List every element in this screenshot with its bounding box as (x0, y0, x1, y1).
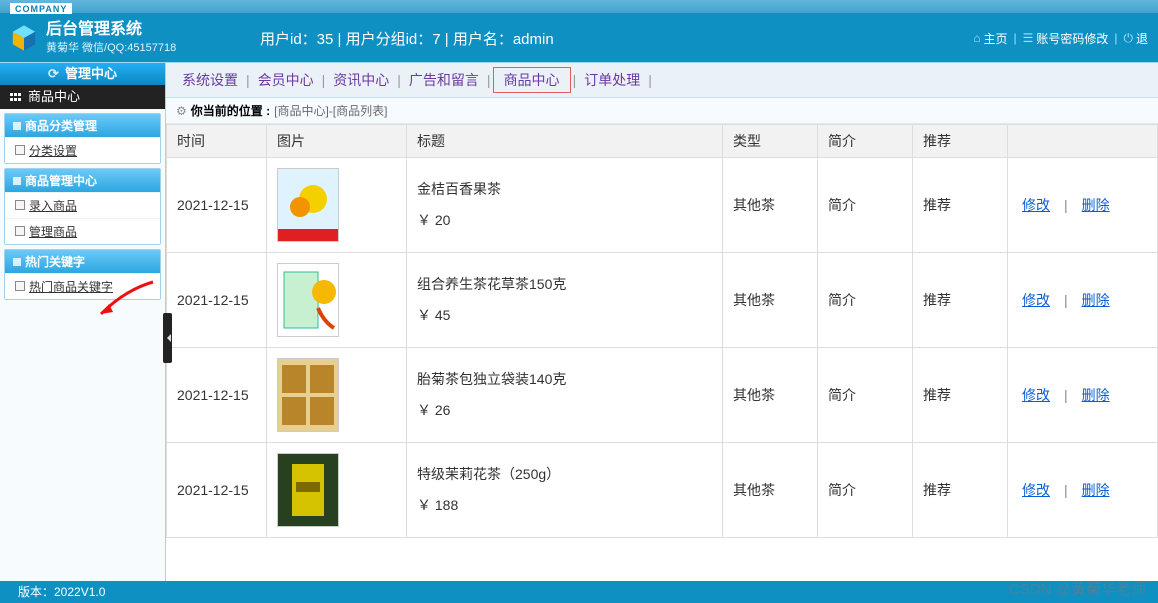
col-rec: 推荐 (913, 125, 1008, 158)
edit-link[interactable]: 修改 (1022, 197, 1050, 213)
cell-title: 特级茉莉花茶（250g）￥ 188 (407, 443, 723, 538)
system-title: 后台管理系统 (46, 20, 176, 41)
cell-date: 2021-12-15 (167, 253, 267, 348)
cell-actions: 修改|删除 (1008, 443, 1158, 538)
cell-actions: 修改|删除 (1008, 253, 1158, 348)
table-row: 2021-12-15 特级茉莉花茶（250g）￥ 188其他茶简介推荐修改|删除 (167, 443, 1158, 538)
cell-date: 2021-12-15 (167, 348, 267, 443)
sidebar: ⟳管理中心 商品中心 商品分类管理分类设置商品管理中心录入商品管理商品热门关键字… (0, 63, 166, 581)
cell-date: 2021-12-15 (167, 443, 267, 538)
square-icon (13, 122, 21, 130)
nav-tab[interactable]: 资讯中心 (327, 68, 395, 92)
cell-intro: 简介 (818, 443, 913, 538)
product-thumbnail[interactable] (277, 263, 339, 337)
footer: 版本：2022V1.0 (0, 581, 1158, 603)
sidebar-header: ⟳管理中心 (0, 63, 165, 85)
nav-tabs: 系统设置 | 会员中心 | 资讯中心 | 广告和留言 | 商品中心 | 订单处理… (166, 63, 1158, 98)
cell-rec: 推荐 (913, 158, 1008, 253)
col-type: 类型 (723, 125, 818, 158)
sidebar-item[interactable]: 热门商品关键字 (5, 273, 160, 299)
col-time: 时间 (167, 125, 267, 158)
products-table: 时间 图片 标题 类型 简介 推荐 2021-12-15金桔百香果茶￥ 20其他… (166, 124, 1158, 538)
nav-tab[interactable]: 商品中心 (493, 67, 571, 93)
col-title: 标题 (407, 125, 723, 158)
gear-icon: ⚙ (176, 104, 187, 118)
nav-tab[interactable]: 会员中心 (252, 68, 320, 92)
cell-type: 其他茶 (723, 348, 818, 443)
refresh-icon[interactable]: ⟳ (48, 66, 59, 81)
col-image: 图片 (267, 125, 407, 158)
main-content: 系统设置 | 会员中心 | 资讯中心 | 广告和留言 | 商品中心 | 订单处理… (166, 63, 1158, 581)
system-subtitle: 黄菊华 微信/QQ:45157718 (46, 41, 176, 55)
cell-title: 组合养生茶花草茶150克￥ 45 (407, 253, 723, 348)
user-info: 用户id：35 | 用户分组id：7 | 用户名：admin (260, 28, 554, 49)
cell-type: 其他茶 (723, 158, 818, 253)
cell-title: 胎菊茶包独立袋装140克￥ 26 (407, 348, 723, 443)
cell-type: 其他茶 (723, 253, 818, 348)
logout-link[interactable]: ⏻退 (1123, 30, 1148, 47)
cell-rec: 推荐 (913, 443, 1008, 538)
version-text: 版本：2022V1.0 (18, 585, 105, 599)
edit-link[interactable]: 修改 (1022, 482, 1050, 498)
sidebar-collapse[interactable] (163, 313, 172, 363)
table-row: 2021-12-15 金桔百香果茶￥ 20其他茶简介推荐修改|删除 (167, 158, 1158, 253)
cell-type: 其他茶 (723, 443, 818, 538)
col-ops (1008, 125, 1158, 158)
nav-tab[interactable]: 广告和留言 (403, 68, 485, 92)
sidebar-group-title[interactable]: 热门关键字 (5, 250, 160, 273)
cell-image (267, 348, 407, 443)
cell-title: 金桔百香果茶￥ 20 (407, 158, 723, 253)
table-row: 2021-12-15 胎菊茶包独立袋装140克￥ 26其他茶简介推荐修改|删除 (167, 348, 1158, 443)
power-icon: ⏻ (1123, 31, 1133, 46)
home-icon: ⌂ (973, 31, 980, 45)
square-icon (13, 258, 21, 266)
sidebar-group-title[interactable]: 商品管理中心 (5, 169, 160, 192)
square-icon (13, 177, 21, 185)
nav-tab[interactable]: 系统设置 (176, 68, 244, 92)
delete-link[interactable]: 删除 (1082, 387, 1110, 403)
sidebar-item[interactable]: 录入商品 (5, 192, 160, 218)
col-intro: 简介 (818, 125, 913, 158)
sidebar-item[interactable]: 管理商品 (5, 218, 160, 244)
change-password-link[interactable]: ☰账号密码修改 (1023, 30, 1109, 47)
product-thumbnail[interactable] (277, 168, 339, 242)
cell-image (267, 443, 407, 538)
delete-link[interactable]: 删除 (1082, 197, 1110, 213)
cell-intro: 简介 (818, 348, 913, 443)
sidebar-group-title[interactable]: 商品分类管理 (5, 114, 160, 137)
product-thumbnail[interactable] (277, 453, 339, 527)
header: 后台管理系统 黄菊华 微信/QQ:45157718 用户id：35 | 用户分组… (0, 14, 1158, 62)
grid-icon (10, 93, 22, 101)
logo-icon (10, 24, 38, 52)
cell-image (267, 158, 407, 253)
cell-intro: 简介 (818, 253, 913, 348)
nav-tab[interactable]: 订单处理 (578, 68, 646, 92)
delete-link[interactable]: 删除 (1082, 292, 1110, 308)
sidebar-module[interactable]: 商品中心 (0, 85, 165, 109)
edit-link[interactable]: 修改 (1022, 292, 1050, 308)
product-thumbnail[interactable] (277, 358, 339, 432)
cell-date: 2021-12-15 (167, 158, 267, 253)
cell-rec: 推荐 (913, 253, 1008, 348)
cell-actions: 修改|删除 (1008, 348, 1158, 443)
table-row: 2021-12-15 组合养生茶花草茶150克￥ 45其他茶简介推荐修改|删除 (167, 253, 1158, 348)
delete-link[interactable]: 删除 (1082, 482, 1110, 498)
sidebar-item[interactable]: 分类设置 (5, 137, 160, 163)
cell-image (267, 253, 407, 348)
cell-rec: 推荐 (913, 348, 1008, 443)
breadcrumb: ⚙ 你当前的位置 : [商品中心]-[商品列表] (166, 98, 1158, 124)
home-link[interactable]: ⌂主页 (973, 30, 1007, 47)
cell-intro: 简介 (818, 158, 913, 253)
edit-link[interactable]: 修改 (1022, 387, 1050, 403)
list-icon: ☰ (1023, 31, 1034, 45)
cell-actions: 修改|删除 (1008, 158, 1158, 253)
